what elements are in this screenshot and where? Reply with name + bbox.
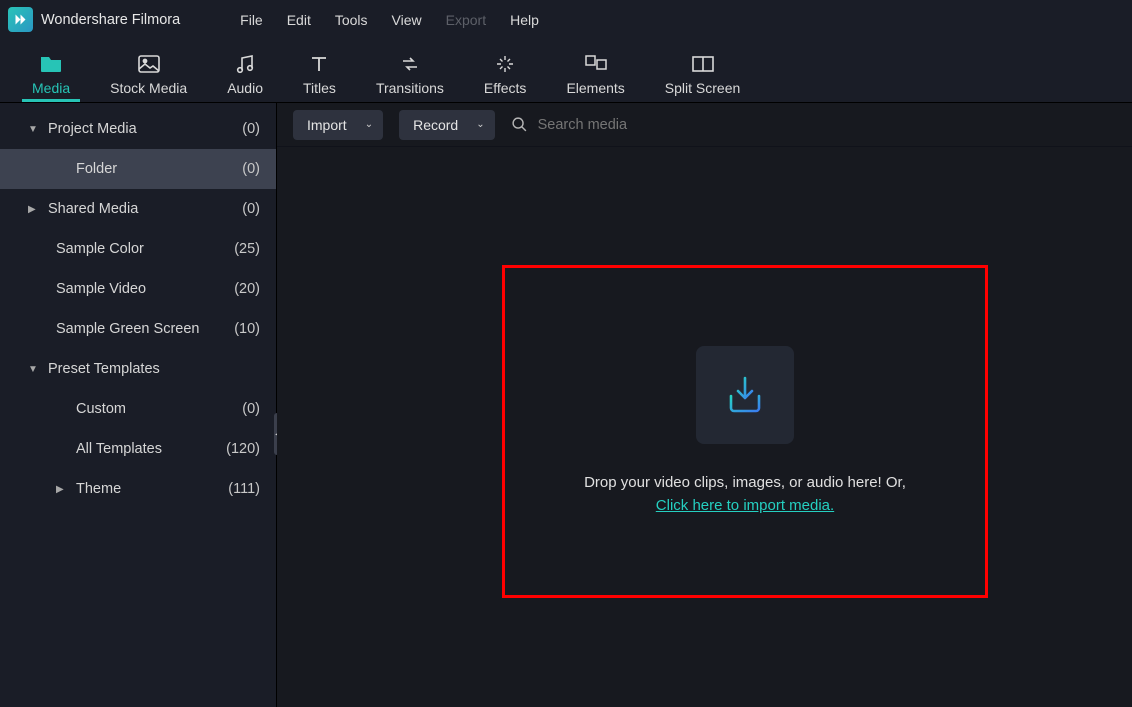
tab-elements[interactable]: Elements bbox=[546, 52, 644, 102]
sidebar-item-count: (25) bbox=[234, 241, 260, 257]
image-icon bbox=[138, 52, 160, 76]
sidebar-item-label: Theme bbox=[76, 481, 121, 497]
sidebar-item-count: (0) bbox=[242, 401, 260, 417]
menu-file[interactable]: File bbox=[240, 12, 263, 28]
sidebar-item-sample-color[interactable]: Sample Color (25) bbox=[0, 229, 276, 269]
chevron-down-icon: ⌄ bbox=[476, 119, 484, 130]
sidebar-item-folder[interactable]: Folder (0) bbox=[0, 149, 276, 189]
sidebar-item-sample-video[interactable]: Sample Video (20) bbox=[0, 269, 276, 309]
sidebar-item-label: Sample Green Screen bbox=[56, 321, 199, 337]
import-icon bbox=[696, 346, 794, 444]
import-label: Import bbox=[307, 117, 347, 133]
split-screen-icon bbox=[692, 52, 714, 76]
chevron-right-icon: ▶ bbox=[56, 484, 68, 495]
app-logo-icon bbox=[8, 7, 33, 32]
sidebar-item-shared-media[interactable]: ▶ Shared Media (0) bbox=[0, 189, 276, 229]
sidebar-item-label: Preset Templates bbox=[48, 361, 160, 377]
tab-titles[interactable]: Titles bbox=[283, 52, 356, 102]
sparkle-icon bbox=[496, 52, 514, 76]
sidebar-item-count: (0) bbox=[242, 121, 260, 137]
sidebar-item-preset-templates[interactable]: ▼ Preset Templates bbox=[0, 349, 276, 389]
sidebar-item-count: (10) bbox=[234, 321, 260, 337]
folder-icon bbox=[39, 52, 63, 76]
record-dropdown[interactable]: Record ⌄ bbox=[399, 110, 495, 140]
sidebar-item-label: Shared Media bbox=[48, 201, 138, 217]
chevron-right-icon: ▶ bbox=[28, 204, 40, 215]
record-label: Record bbox=[413, 117, 458, 133]
tab-label: Stock Media bbox=[110, 80, 187, 96]
tab-effects[interactable]: Effects bbox=[464, 52, 547, 102]
sidebar-item-count: (0) bbox=[242, 161, 260, 177]
sidebar-item-label: Custom bbox=[76, 401, 126, 417]
menu-tools[interactable]: Tools bbox=[335, 12, 368, 28]
sidebar-item-count: (111) bbox=[228, 481, 260, 497]
sidebar-item-count: (0) bbox=[242, 201, 260, 217]
media-sidebar: ▼ Project Media (0) Folder (0) ▶ Shared Me… bbox=[0, 103, 277, 707]
sidebar-item-label: Sample Video bbox=[56, 281, 146, 297]
media-main-panel: Import ⌄ Record ⌄ bbox=[277, 103, 1132, 707]
menu-view[interactable]: View bbox=[392, 12, 422, 28]
menu-export: Export bbox=[446, 12, 486, 28]
app-title: Wondershare Filmora bbox=[41, 12, 180, 28]
sidebar-item-label: Folder bbox=[76, 161, 117, 177]
tab-media[interactable]: Media bbox=[12, 52, 90, 102]
search-input[interactable] bbox=[538, 117, 1116, 133]
tab-transitions[interactable]: Transitions bbox=[356, 52, 464, 102]
tab-label: Audio bbox=[227, 80, 263, 96]
media-action-bar: Import ⌄ Record ⌄ bbox=[277, 103, 1132, 147]
menu-edit[interactable]: Edit bbox=[287, 12, 311, 28]
elements-icon bbox=[585, 52, 607, 76]
tab-split-screen[interactable]: Split Screen bbox=[645, 52, 760, 102]
tab-audio[interactable]: Audio bbox=[207, 52, 283, 102]
menu-bar: Wondershare Filmora File Edit Tools View… bbox=[0, 0, 1132, 39]
tab-label: Transitions bbox=[376, 80, 444, 96]
chevron-down-icon: ▼ bbox=[28, 364, 40, 375]
sidebar-item-theme[interactable]: ▶ Theme (111) bbox=[0, 469, 276, 509]
main-menu: File Edit Tools View Export Help bbox=[240, 12, 539, 28]
sidebar-item-all-templates[interactable]: All Templates (120) bbox=[0, 429, 276, 469]
toolbar-tabs: Media Stock Media Audio Titles Transitio… bbox=[0, 39, 1132, 103]
sidebar-item-custom[interactable]: Custom (0) bbox=[0, 389, 276, 429]
transitions-icon bbox=[400, 52, 420, 76]
tab-label: Elements bbox=[566, 80, 624, 96]
dropzone-text: Drop your video clips, images, or audio … bbox=[584, 472, 906, 517]
sidebar-item-count: (20) bbox=[234, 281, 260, 297]
search-field[interactable] bbox=[511, 116, 1116, 133]
tab-label: Split Screen bbox=[665, 80, 740, 96]
tab-label: Titles bbox=[303, 80, 336, 96]
import-dropdown[interactable]: Import ⌄ bbox=[293, 110, 383, 140]
sidebar-item-count: (120) bbox=[226, 441, 260, 457]
sidebar-item-project-media[interactable]: ▼ Project Media (0) bbox=[0, 109, 276, 149]
sidebar-item-sample-green-screen[interactable]: Sample Green Screen (10) bbox=[0, 309, 276, 349]
sidebar-item-label: All Templates bbox=[76, 441, 162, 457]
chevron-down-icon: ▼ bbox=[28, 124, 40, 135]
menu-help[interactable]: Help bbox=[510, 12, 539, 28]
music-note-icon bbox=[235, 52, 255, 76]
media-dropzone[interactable]: Drop your video clips, images, or audio … bbox=[502, 265, 988, 598]
chevron-down-icon: ⌄ bbox=[365, 119, 373, 130]
sidebar-item-label: Sample Color bbox=[56, 241, 144, 257]
tab-stock-media[interactable]: Stock Media bbox=[90, 52, 207, 102]
dropzone-message: Drop your video clips, images, or audio … bbox=[584, 474, 906, 491]
search-icon bbox=[511, 116, 528, 133]
sidebar-item-label: Project Media bbox=[48, 121, 137, 137]
tab-label: Effects bbox=[484, 80, 527, 96]
tab-label: Media bbox=[32, 80, 70, 96]
import-media-link[interactable]: Click here to import media. bbox=[656, 497, 834, 514]
text-icon bbox=[310, 52, 328, 76]
